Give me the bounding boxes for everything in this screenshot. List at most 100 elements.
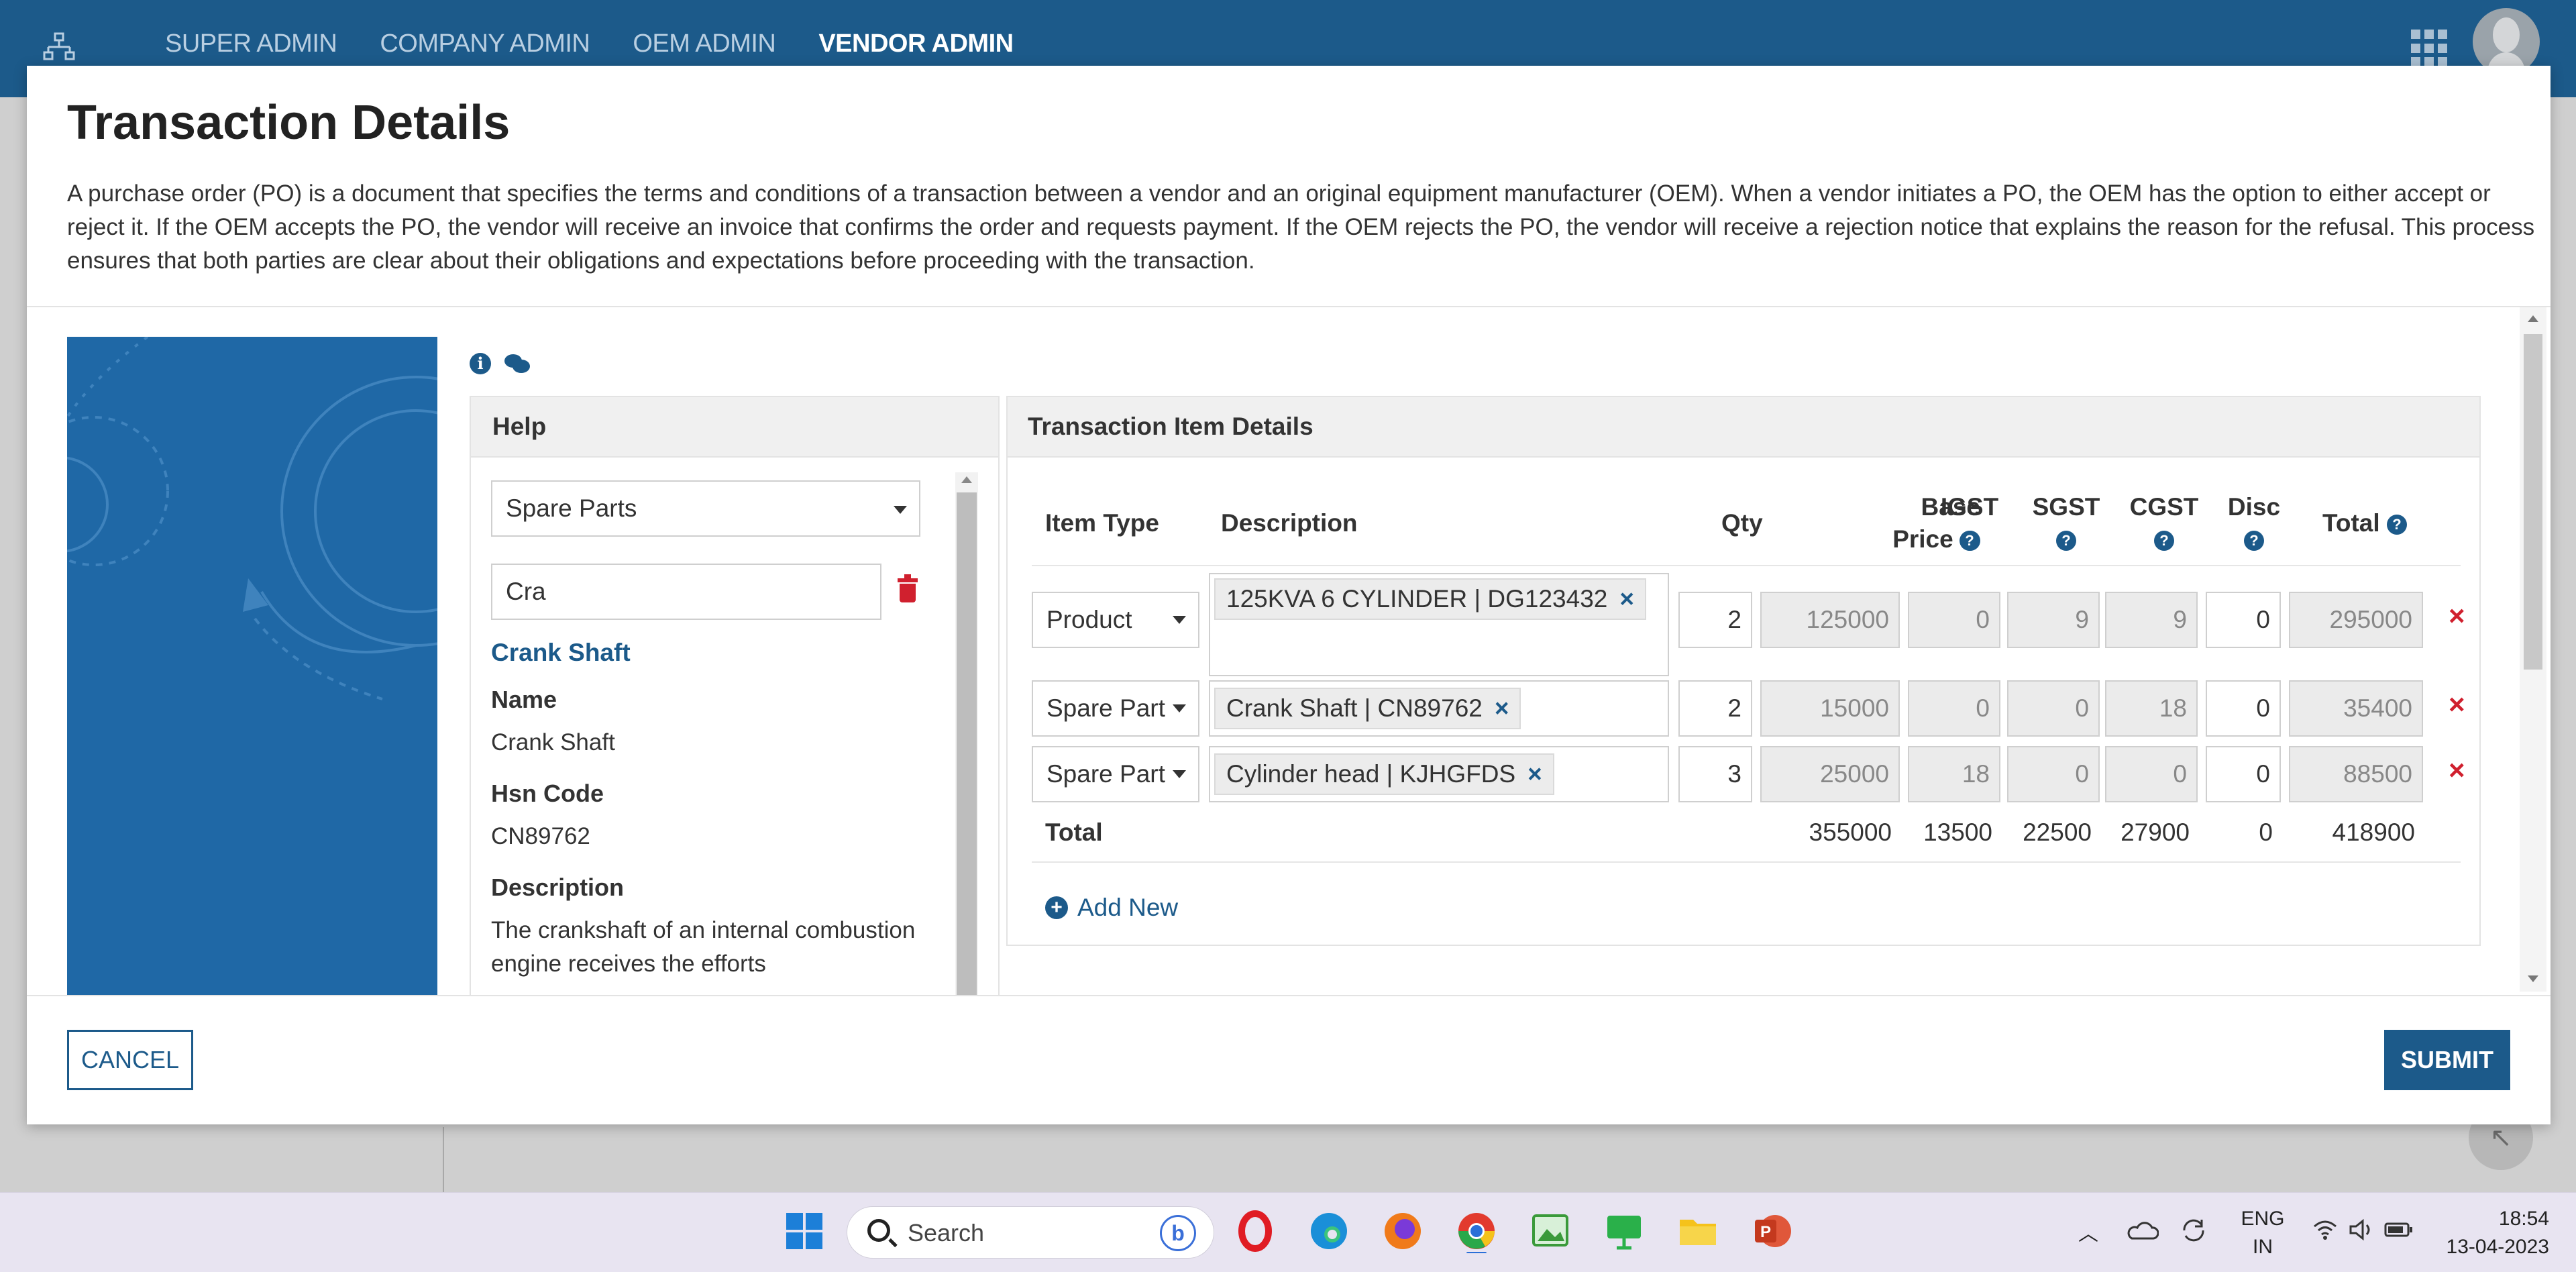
chat-icon[interactable] [504, 353, 531, 374]
transaction-heading: Transaction Item Details [1008, 397, 2479, 458]
clock-date: 13-04-2023 [2446, 1236, 2549, 1258]
language-line1: ENG [2241, 1208, 2285, 1230]
modal-scrollbar[interactable] [2520, 307, 2546, 992]
volume-icon[interactable] [2348, 1218, 2375, 1241]
cgst-field: 9 [2105, 592, 2198, 648]
item-type-select[interactable]: Spare Part [1032, 746, 1199, 802]
trash-icon[interactable] [898, 574, 918, 602]
powerpoint-icon[interactable]: P [1750, 1209, 1794, 1253]
igst-field: 0 [1908, 592, 2000, 648]
battery-icon[interactable] [2384, 1220, 2414, 1240]
description-tag: 125KVA 6 CYLINDER | DG123432 × [1214, 578, 1646, 620]
remove-tag-icon[interactable]: × [1527, 760, 1542, 788]
nav-vendor-admin[interactable]: VENDOR ADMIN [818, 30, 1014, 58]
description-tag-input[interactable]: Crank Shaft | CN89762 × [1209, 680, 1669, 737]
description-tag-text: Crank Shaft | CN89762 [1226, 694, 1483, 722]
item-type-select[interactable]: Product [1032, 592, 1199, 648]
firefox-icon[interactable] [1381, 1209, 1425, 1253]
chevron-up-icon[interactable]: ︿ [2078, 1217, 2098, 1247]
edge-icon[interactable] [1307, 1209, 1351, 1253]
item-type-select[interactable]: Spare Part [1032, 680, 1199, 737]
cancel-button[interactable]: CANCEL [67, 1030, 193, 1090]
col-disc: Disc ? [2202, 491, 2306, 555]
org-chart-icon[interactable] [43, 31, 75, 63]
col-disc-label: Disc [2227, 493, 2281, 521]
onedrive-icon[interactable] [2127, 1218, 2159, 1242]
help-question-icon[interactable]: ? [2386, 515, 2407, 535]
help-field-value: Crank Shaft [491, 729, 615, 755]
panel-toolbar: i [470, 353, 531, 374]
disc-input[interactable]: 0 [2206, 746, 2281, 802]
remove-row-icon[interactable]: × [2449, 600, 2465, 632]
file-explorer-icon[interactable] [1676, 1209, 1720, 1253]
chevron-down-icon [894, 506, 907, 514]
igst-field: 0 [1908, 680, 2000, 737]
system-clock[interactable]: 18:54 13-04-2023 [2435, 1205, 2549, 1261]
transaction-items-panel: Transaction Item Details Item Type Descr… [1006, 396, 2481, 946]
submit-button[interactable]: SUBMIT [2384, 1030, 2510, 1090]
base-price-field: 15000 [1760, 680, 1900, 737]
col-item-type: Item Type [1045, 509, 1159, 537]
user-avatar[interactable] [2473, 8, 2540, 75]
modal-body: i Help Spare Parts Cra Crank Shaft Name … [27, 307, 2551, 995]
info-icon[interactable]: i [470, 353, 491, 374]
disc-input[interactable]: 0 [2206, 592, 2281, 648]
help-question-icon[interactable]: ? [2154, 531, 2174, 551]
col-total: Total ? [2322, 507, 2407, 539]
remove-row-icon[interactable]: × [2449, 688, 2465, 721]
decorative-arcs-icon [67, 337, 437, 700]
remove-row-icon[interactable]: × [2449, 754, 2465, 786]
language-line2: IN [2253, 1236, 2273, 1258]
remove-tag-icon[interactable]: × [1495, 694, 1509, 722]
language-indicator[interactable]: ENG IN [2239, 1205, 2286, 1261]
apps-grid-icon[interactable] [2411, 30, 2449, 67]
help-field-label: Name [491, 686, 557, 713]
windows-start-icon[interactable] [782, 1209, 826, 1253]
sgst-field: 9 [2007, 592, 2100, 648]
chevron-down-icon [1173, 704, 1186, 712]
help-question-icon[interactable]: ? [1960, 531, 1980, 551]
sgst-field: 0 [2007, 680, 2100, 737]
bing-icon[interactable]: b [1160, 1215, 1196, 1251]
remove-tag-icon[interactable]: × [1619, 585, 1634, 613]
description-tag: Crank Shaft | CN89762 × [1214, 688, 1521, 729]
col-cgst-label: CGST [2129, 493, 2199, 521]
nav-company-admin[interactable]: COMPANY ADMIN [380, 30, 590, 58]
role-nav: SUPER ADMIN COMPANY ADMIN OEM ADMIN VEND… [165, 30, 1014, 58]
background-divider [443, 1127, 444, 1194]
disc-input[interactable]: 0 [2206, 680, 2281, 737]
help-result-title[interactable]: Crank Shaft [491, 639, 920, 667]
help-search-input[interactable]: Cra [491, 564, 881, 620]
presentation-icon[interactable] [1602, 1209, 1646, 1253]
help-heading: Help [471, 397, 998, 458]
cgst-field: 0 [2105, 746, 2198, 802]
nav-super-admin[interactable]: SUPER ADMIN [165, 30, 337, 58]
total-field: 88500 [2289, 746, 2423, 802]
qty-input[interactable]: 2 [1678, 592, 1752, 648]
sync-icon[interactable] [2179, 1216, 2208, 1245]
nav-oem-admin[interactable]: OEM ADMIN [633, 30, 775, 58]
description-tag-input[interactable]: Cylinder head | KJHGFDS × [1209, 746, 1669, 802]
cgst-field: 18 [2105, 680, 2198, 737]
modal-title: Transaction Details [67, 96, 511, 150]
add-new-button[interactable]: + Add New [1045, 894, 1178, 922]
chrome-icon[interactable] [1454, 1209, 1499, 1253]
col-sgst: SGST ? [2014, 491, 2118, 555]
totals-base-price: 355000 [1809, 818, 1892, 846]
description-tag-input[interactable]: 125KVA 6 CYLINDER | DG123432 × [1209, 573, 1669, 676]
qty-input[interactable]: 2 [1678, 680, 1752, 737]
help-category-select[interactable]: Spare Parts [491, 480, 920, 537]
sgst-field: 0 [2007, 746, 2100, 802]
help-question-icon[interactable]: ? [2056, 531, 2076, 551]
totals-divider [1032, 861, 2461, 863]
help-scrollbar[interactable] [955, 472, 978, 995]
help-field-label: Hsn Code [491, 780, 604, 807]
opera-icon[interactable] [1233, 1209, 1277, 1253]
image-viewer-icon[interactable] [1528, 1209, 1572, 1253]
svg-text:P: P [1760, 1223, 1771, 1241]
help-question-icon[interactable]: ? [2244, 531, 2264, 551]
wifi-icon[interactable] [2312, 1218, 2339, 1241]
qty-input[interactable]: 3 [1678, 746, 1752, 802]
taskbar-search[interactable]: Search b [847, 1206, 1214, 1259]
chevron-down-icon [1173, 770, 1186, 778]
